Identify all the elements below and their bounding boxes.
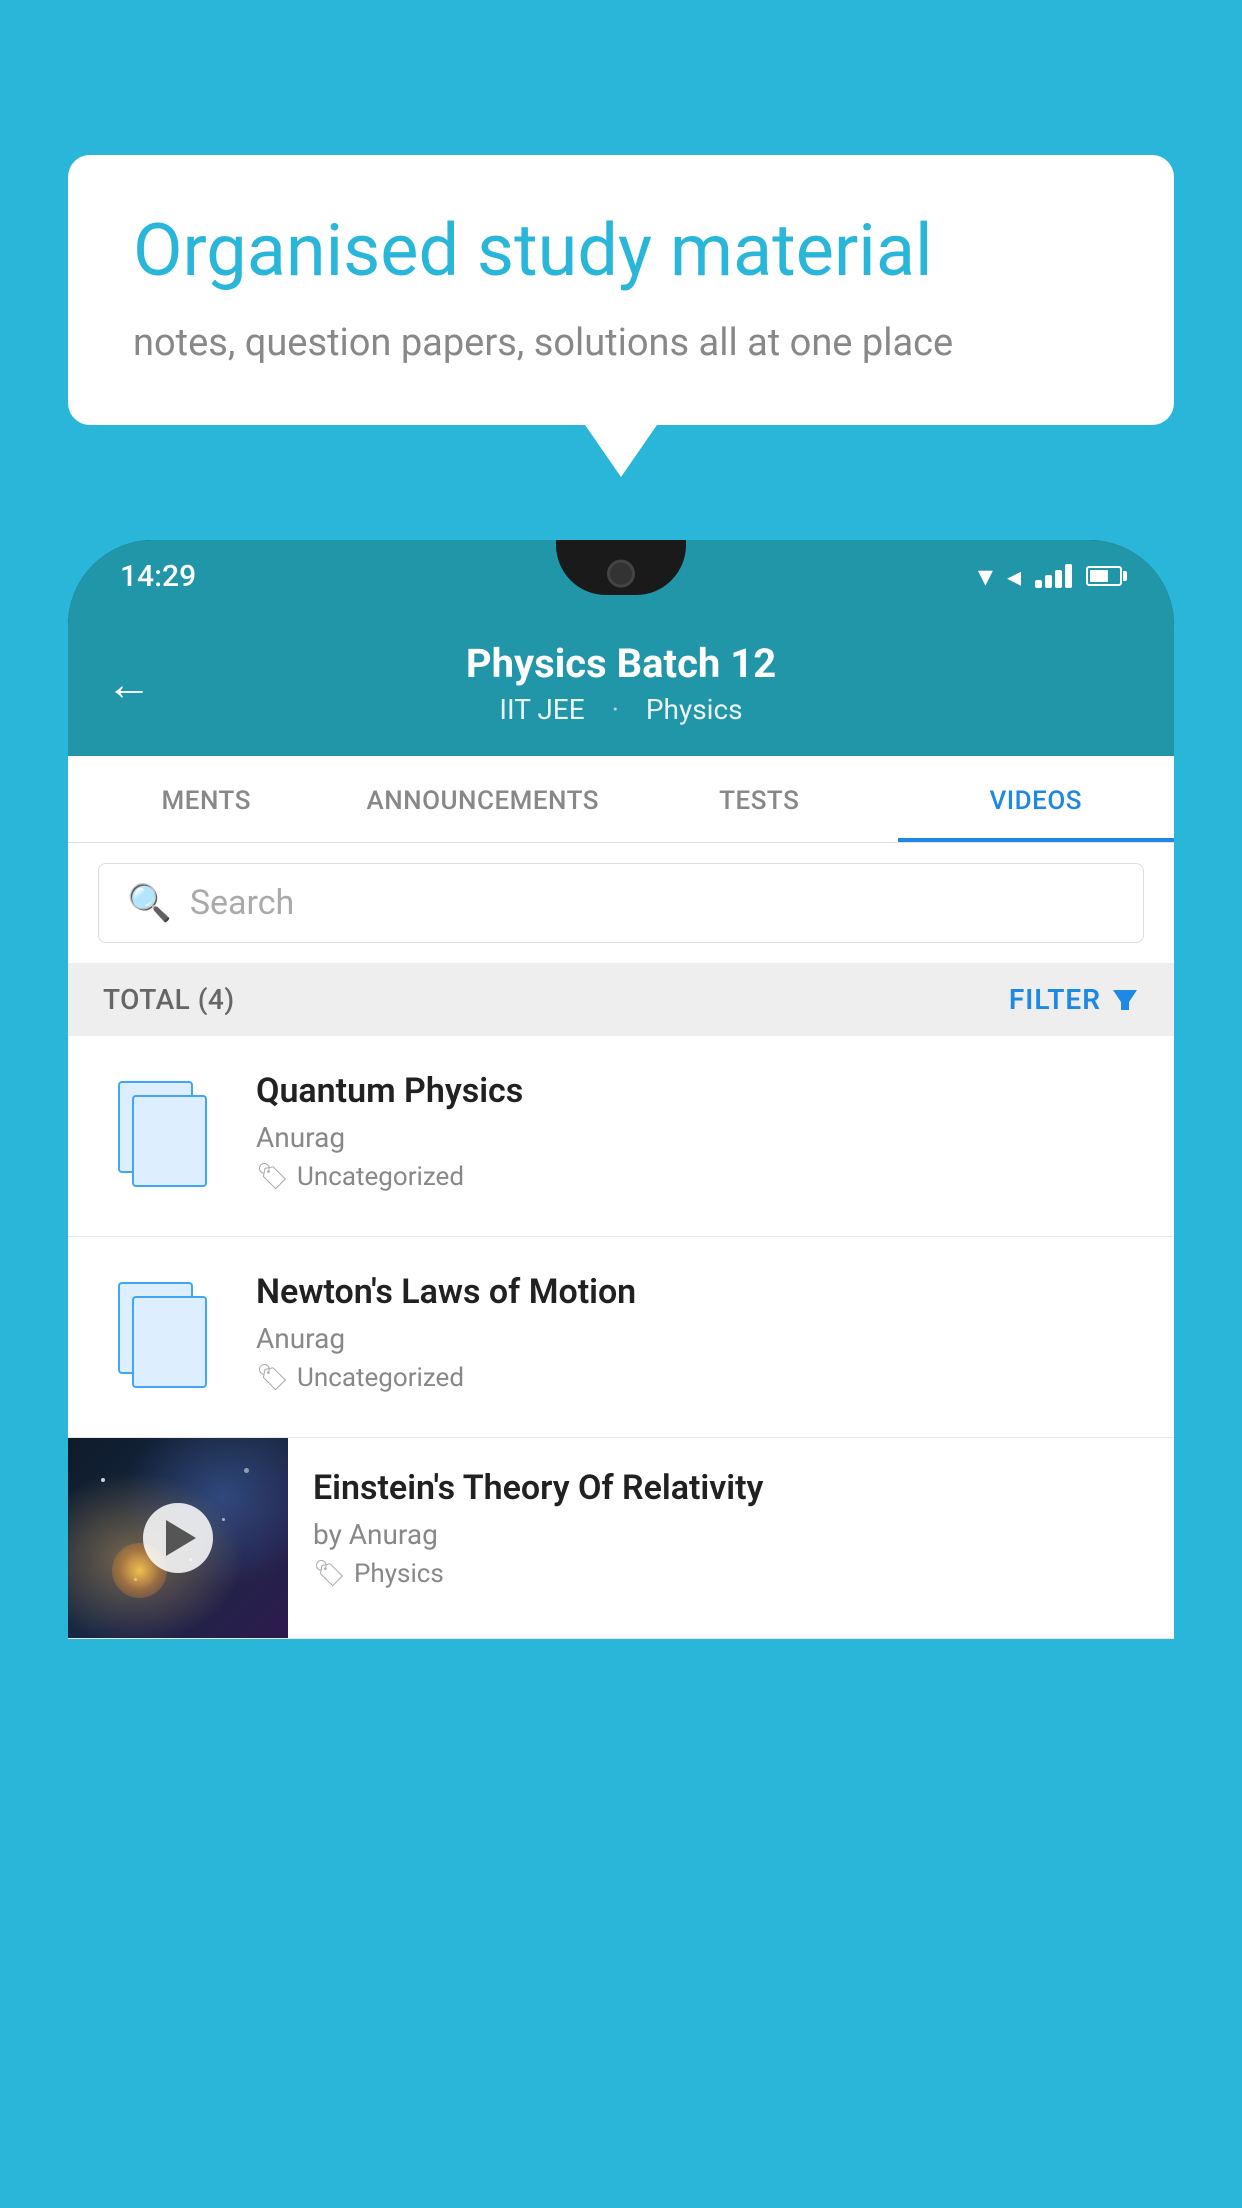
item-info: Quantum Physics Anurag 🏷 Uncategorized (256, 1071, 1144, 1192)
list-item[interactable]: Quantum Physics Anurag 🏷 Uncategorized (68, 1036, 1174, 1237)
item-thumbnail (98, 1071, 228, 1201)
camera-dot (607, 559, 635, 587)
signal-icon (1035, 564, 1072, 588)
filter-label: FILTER (1009, 983, 1101, 1016)
list-item[interactable]: Newton's Laws of Motion Anurag 🏷 Uncateg… (68, 1237, 1174, 1438)
filter-icon (1111, 986, 1139, 1014)
search-bar[interactable]: 🔍 Search (98, 863, 1144, 943)
tag-icon: 🏷 (256, 1162, 289, 1192)
tag-label: Physics (354, 1559, 444, 1589)
item-tag: 🏷 Uncategorized (256, 1363, 1144, 1393)
tag-icon: 🏷 (313, 1559, 346, 1589)
header-subtitle: IIT JEE · Physics (489, 693, 752, 726)
speech-bubble-container: Organised study material notes, question… (68, 155, 1174, 425)
battery-icon (1086, 566, 1122, 586)
subtitle-iit: IIT JEE (499, 693, 584, 726)
item-title: Quantum Physics (256, 1071, 1144, 1111)
item-tag: 🏷 Physics (313, 1559, 1149, 1589)
play-button[interactable] (143, 1503, 213, 1573)
document-icon (118, 1282, 208, 1392)
item-author: Anurag (256, 1121, 1144, 1154)
wifi-icon: ◂ (1007, 560, 1021, 593)
filter-bar: TOTAL (4) FILTER (68, 963, 1174, 1036)
item-title: Einstein's Theory Of Relativity (313, 1468, 1149, 1508)
tag-label: Uncategorized (297, 1363, 464, 1393)
tab-videos[interactable]: VIDEOS (898, 756, 1175, 842)
item-author: Anurag (256, 1322, 1144, 1355)
item-info: Newton's Laws of Motion Anurag 🏷 Uncateg… (256, 1272, 1144, 1393)
item-thumbnail (98, 1272, 228, 1402)
item-info: Einstein's Theory Of Relativity by Anura… (288, 1438, 1174, 1619)
tab-tests[interactable]: TESTS (621, 756, 898, 842)
status-time: 14:29 (120, 559, 196, 594)
video-list: Quantum Physics Anurag 🏷 Uncategorized (68, 1036, 1174, 1639)
app-header: ← Physics Batch 12 IIT JEE · Physics (68, 612, 1174, 756)
total-count: TOTAL (4) (103, 983, 235, 1016)
app-content: 🔍 Search TOTAL (4) FILTER (68, 843, 1174, 1639)
play-triangle-icon (166, 1520, 196, 1556)
speech-bubble: Organised study material notes, question… (68, 155, 1174, 425)
subtitle-sep: · (612, 693, 619, 726)
phone-mockup: 14:29 ▾ ◂ (68, 540, 1174, 2208)
tabs-bar: MENTS ANNOUNCEMENTS TESTS VIDEOS (68, 756, 1174, 843)
search-icon: 🔍 (127, 882, 172, 924)
item-author: by Anurag (313, 1518, 1149, 1551)
tag-label: Uncategorized (297, 1162, 464, 1192)
status-icons: ▾ ◂ (978, 559, 1122, 594)
list-item[interactable]: Einstein's Theory Of Relativity by Anura… (68, 1438, 1174, 1639)
wifi-icon: ▾ (978, 559, 993, 594)
document-icon (118, 1081, 208, 1191)
einstein-thumbnail (68, 1438, 288, 1638)
tag-icon: 🏷 (256, 1363, 289, 1393)
item-tag: 🏷 Uncategorized (256, 1162, 1144, 1192)
tab-announcements[interactable]: ANNOUNCEMENTS (345, 756, 622, 842)
search-placeholder: Search (190, 883, 294, 923)
phone-frame: 14:29 ▾ ◂ (68, 540, 1174, 1639)
bubble-title: Organised study material (133, 210, 1109, 293)
subtitle-physics: Physics (646, 693, 743, 726)
filter-button[interactable]: FILTER (1009, 983, 1139, 1016)
tab-ments[interactable]: MENTS (68, 756, 345, 842)
item-title: Newton's Laws of Motion (256, 1272, 1144, 1312)
search-container: 🔍 Search (68, 843, 1174, 963)
bubble-subtitle: notes, question papers, solutions all at… (133, 321, 1109, 365)
header-title: Physics Batch 12 (466, 640, 776, 687)
back-button[interactable]: ← (106, 657, 152, 712)
